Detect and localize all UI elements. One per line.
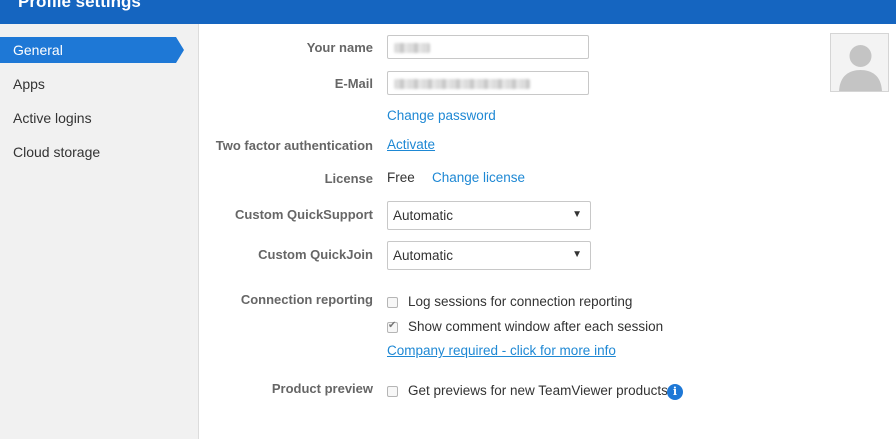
header-bar: Profile settings — [0, 0, 896, 24]
change-password-link[interactable]: Change password — [387, 108, 496, 123]
show-comment-window-label: Show comment window after each session — [408, 319, 664, 334]
product-preview-label: Product preview — [271, 381, 373, 396]
show-comment-window-checkbox[interactable]: ✔ — [387, 320, 398, 333]
avatar[interactable] — [830, 33, 889, 92]
dropdown-arrow-icon: ▼ — [572, 249, 582, 260]
redacted-name — [394, 43, 430, 53]
dropdown-arrow-icon: ▼ — [572, 209, 582, 220]
redacted-email — [394, 79, 530, 89]
sidebar-item-apps[interactable]: Apps — [0, 71, 198, 97]
custom-quickjoin-value: Automatic — [393, 248, 454, 263]
your-name-field[interactable] — [387, 35, 589, 59]
your-name-label: Your name — [306, 40, 373, 55]
two-factor-label: Two factor authentication — [215, 138, 373, 153]
checkmark-icon: ✔ — [388, 320, 397, 331]
custom-quicksupport-label: Custom QuickSupport — [235, 207, 373, 222]
company-required-link[interactable]: Company required - click for more info — [387, 343, 616, 358]
sidebar-item-general[interactable]: General — [0, 37, 184, 63]
custom-quicksupport-value: Automatic — [393, 208, 454, 223]
custom-quickjoin-label: Custom QuickJoin — [258, 247, 373, 262]
sidebar-item-cloud-storage[interactable]: Cloud storage — [0, 139, 198, 165]
sidebar: General Apps Active logins Cloud storage — [0, 24, 199, 439]
product-preview-option-label: Get previews for new TeamViewer products — [408, 383, 668, 398]
info-icon[interactable]: i — [667, 384, 683, 400]
person-silhouette-icon — [839, 45, 882, 91]
change-license-link[interactable]: Change license — [432, 170, 525, 185]
license-value: Free — [387, 170, 415, 185]
email-label: E-Mail — [334, 76, 373, 91]
activate-two-factor-link[interactable]: Activate — [387, 137, 435, 152]
email-field[interactable] — [387, 71, 589, 95]
license-label: License — [324, 171, 373, 186]
sidebar-item-active-logins[interactable]: Active logins — [0, 105, 198, 131]
log-sessions-label: Log sessions for connection reporting — [408, 294, 633, 309]
custom-quickjoin-select[interactable]: Automatic ▼ — [387, 241, 591, 270]
page-title: Profile settings — [18, 0, 141, 11]
product-preview-checkbox[interactable] — [387, 386, 398, 397]
log-sessions-checkbox[interactable] — [387, 297, 398, 308]
custom-quicksupport-select[interactable]: Automatic ▼ — [387, 201, 591, 230]
connection-reporting-label: Connection reporting — [240, 292, 373, 307]
